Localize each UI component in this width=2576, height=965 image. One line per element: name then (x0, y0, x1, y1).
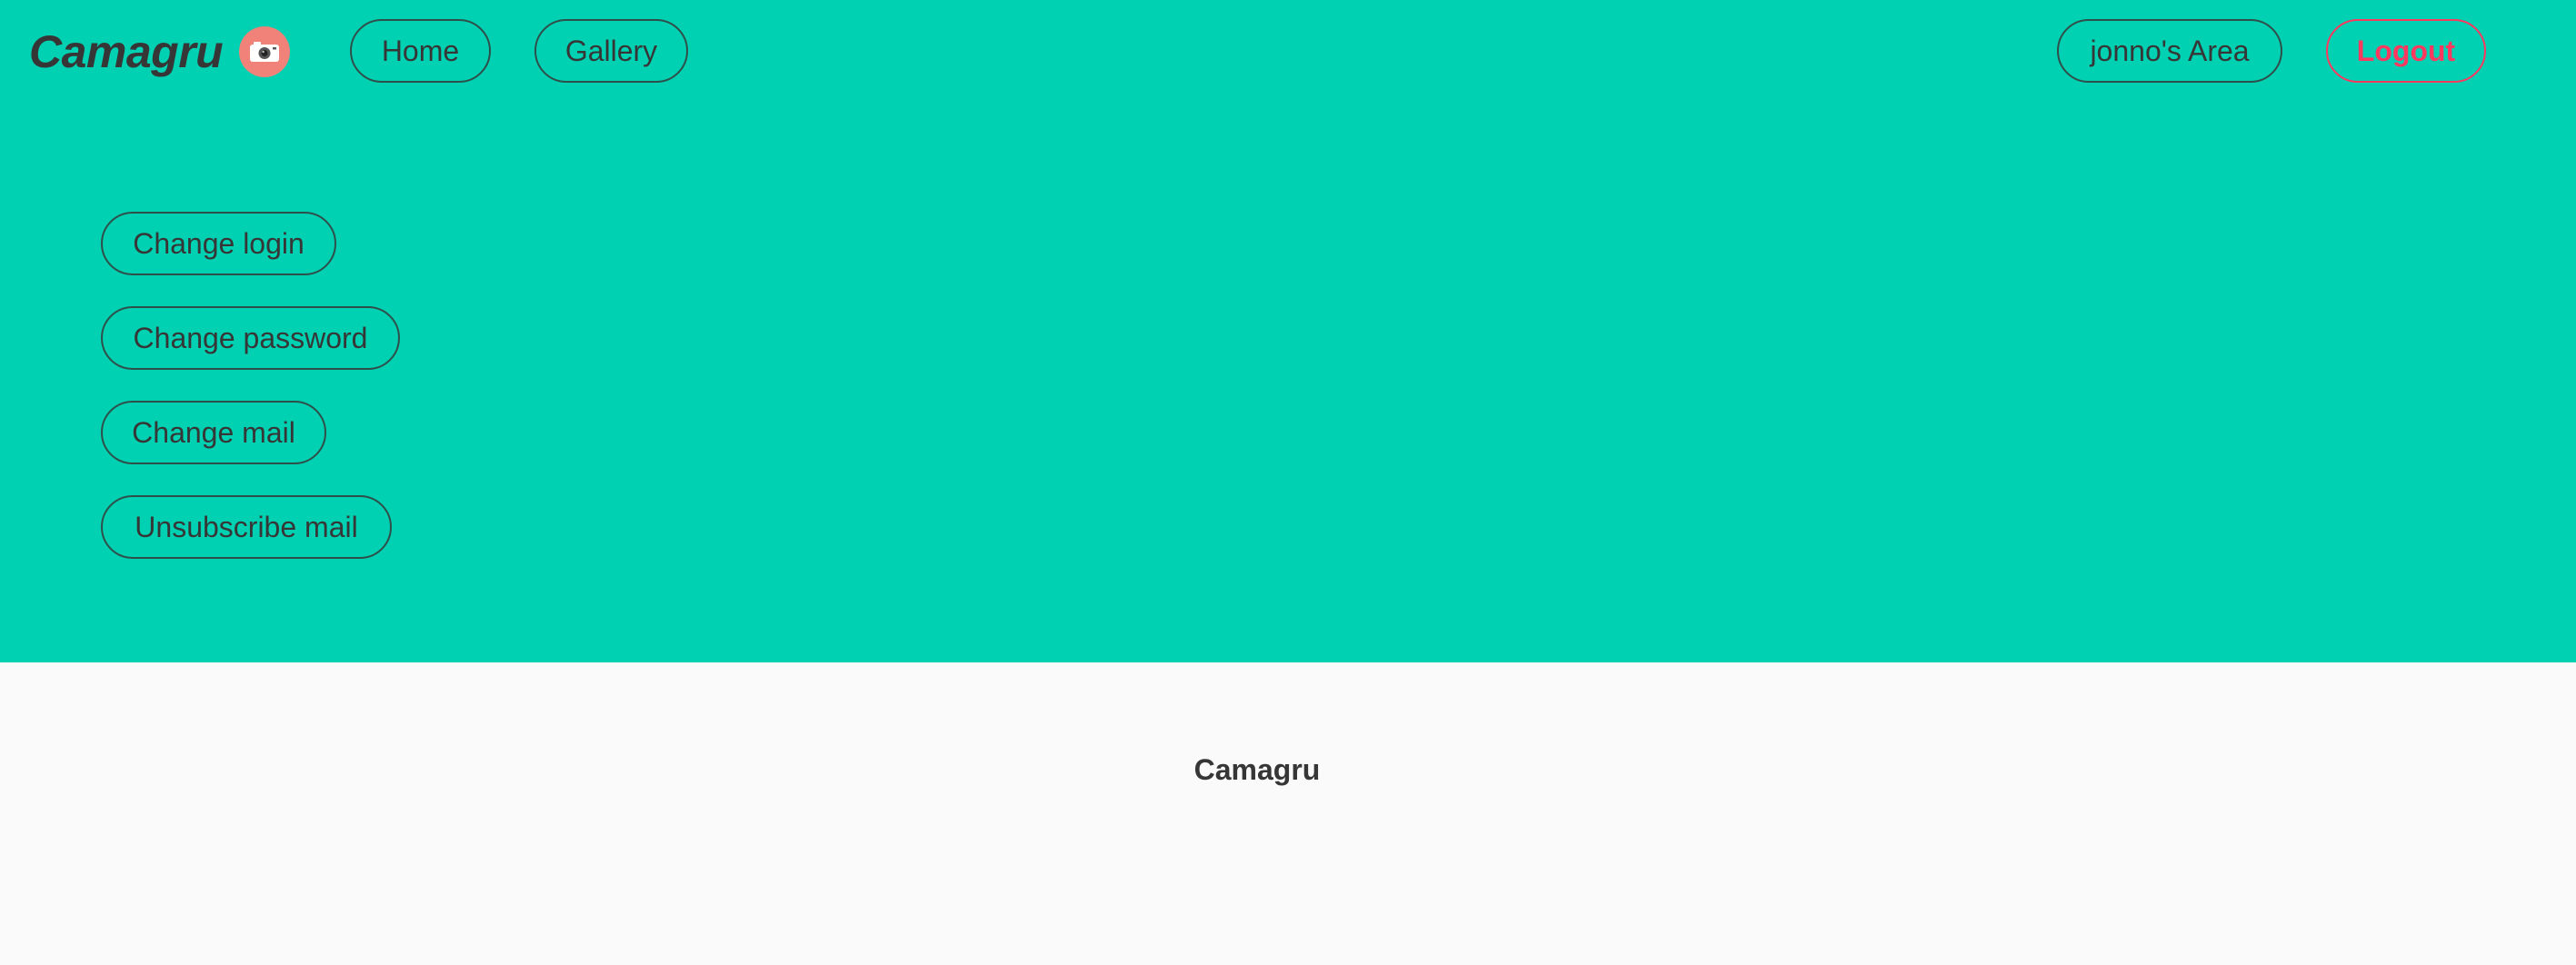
hero-section: Camagru Home Gallery jonno's Area Logout… (0, 0, 2576, 662)
nav-user-area-button[interactable]: jonno's Area (2057, 19, 2282, 83)
nav-gallery-button[interactable]: Gallery (534, 19, 688, 83)
change-login-button[interactable]: Change login (101, 212, 336, 275)
navbar: Camagru Home Gallery jonno's Area Logout (0, 0, 2576, 104)
brand[interactable]: Camagru (29, 20, 291, 84)
footer: Camagru (0, 662, 2576, 965)
change-mail-button[interactable]: Change mail (101, 401, 326, 464)
unsubscribe-mail-button[interactable]: Unsubscribe mail (101, 495, 392, 559)
camera-icon (239, 26, 291, 77)
change-password-button[interactable]: Change password (101, 306, 400, 370)
nav-home-button[interactable]: Home (350, 19, 491, 83)
logout-button[interactable]: Logout (2326, 19, 2486, 83)
brand-title: Camagru (29, 26, 224, 77)
footer-title: Camagru (1193, 753, 1321, 786)
